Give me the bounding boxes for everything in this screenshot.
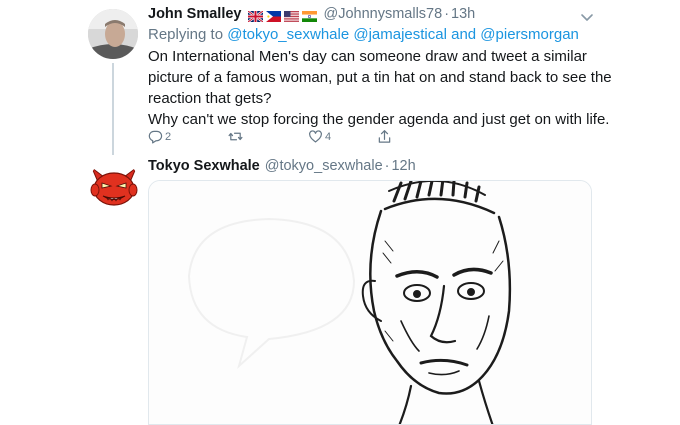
reply-prefix: Replying to	[148, 26, 224, 43]
share-icon	[378, 130, 391, 143]
tweet-text-line: picture of a famous woman, put a tin hat…	[148, 69, 612, 86]
like-button[interactable]: 4	[308, 129, 331, 144]
reply-count: 2	[165, 130, 172, 143]
tweet-header: Tokyo Sexwhale @tokyo_sexwhale · 12h	[148, 158, 416, 174]
avatar[interactable]	[88, 160, 140, 212]
share-button[interactable]	[377, 129, 392, 144]
replying-to: Replying to @tokyo_sexwhale @jamajestica…	[148, 26, 579, 43]
tweet-actions: 2 4	[148, 129, 408, 147]
thread-connector	[112, 63, 114, 155]
heart-icon	[309, 130, 322, 143]
sketch-drawing	[149, 181, 591, 424]
author-handle[interactable]: @tokyo_sexwhale	[265, 158, 383, 174]
tweet-text: On International Men's day can someone d…	[148, 46, 618, 130]
timestamp[interactable]: 12h	[391, 158, 415, 174]
like-count: 4	[325, 130, 332, 143]
avatar[interactable]	[88, 9, 138, 59]
tweet-text-line: Why can't we stop forcing the gender age…	[148, 111, 610, 128]
reply-button[interactable]: 2	[148, 129, 171, 144]
retweet-icon	[228, 132, 243, 141]
author-handle[interactable]: @Johnnysmalls78	[323, 6, 442, 22]
usa-flag-icon	[284, 9, 300, 22]
tweet-image[interactable]	[148, 180, 592, 425]
uk-flag-icon	[247, 9, 265, 23]
timestamp[interactable]: 13h	[451, 6, 475, 22]
red-devil-avatar	[88, 160, 140, 212]
reply-mentions-link[interactable]: @tokyo_sexwhale @jamajestical and @piers…	[227, 26, 579, 43]
separator-dot: ·	[444, 6, 450, 22]
philippines-flag-icon	[266, 9, 282, 22]
tweet-john-smalley[interactable]: John Smalley @Johnnysmalls78 · 13h Reply…	[0, 0, 680, 155]
tweet-text-line: reaction that gets?	[148, 90, 272, 107]
profile-photo	[88, 9, 138, 59]
india-flag-icon	[302, 9, 318, 22]
retweet-button[interactable]	[228, 129, 245, 144]
flag-emojis	[247, 9, 318, 23]
tweet-header: John Smalley @Johnnysmalls78 · 13h	[148, 6, 475, 23]
author-name[interactable]: Tokyo Sexwhale	[148, 158, 260, 174]
tweet-text-line: On International Men's day can someone d…	[148, 48, 587, 65]
reply-icon	[148, 130, 163, 144]
separator-dot: ·	[384, 158, 390, 174]
author-name[interactable]: John Smalley	[148, 6, 241, 22]
chevron-down-icon[interactable]	[580, 10, 594, 21]
